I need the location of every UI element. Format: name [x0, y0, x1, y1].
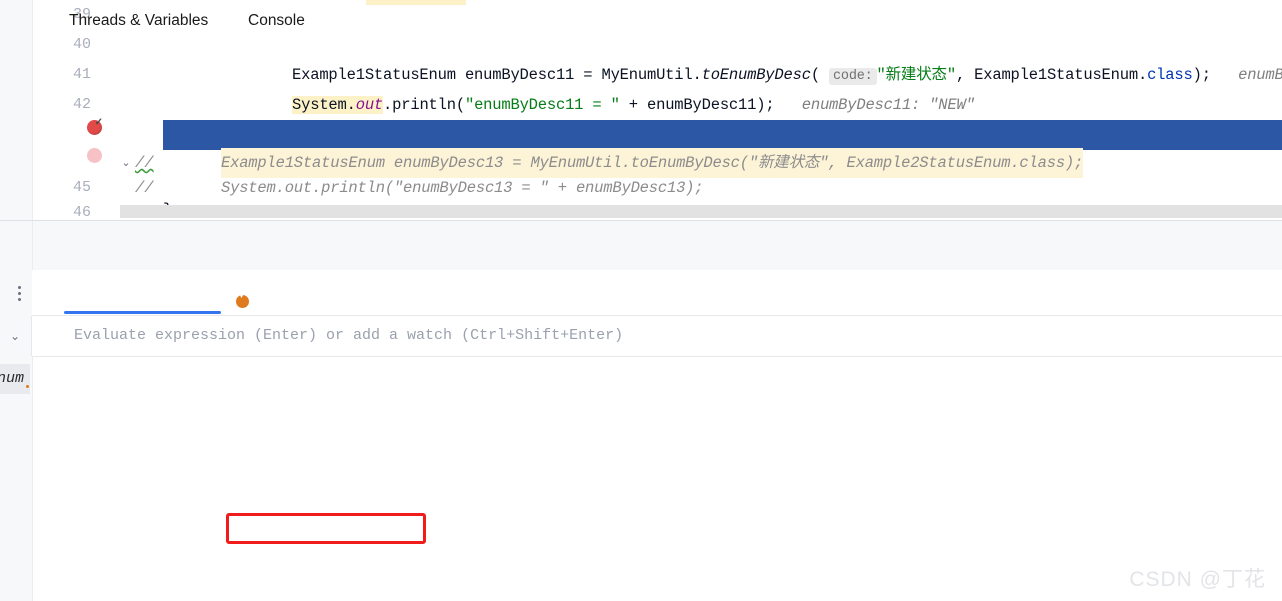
tab-active-underline: [64, 311, 221, 314]
chevron-down-icon[interactable]: ⌄: [119, 148, 133, 178]
breakpoint-hit-icon[interactable]: [87, 117, 103, 135]
line-number: 46: [72, 204, 91, 221]
evaluate-expression-input[interactable]: Evaluate expression (Enter) or add a wat…: [74, 316, 623, 356]
code-editor[interactable]: 39 40 41 42 45 46 ⌄ // // Example1Status…: [0, 0, 1282, 221]
frames-chevron-down-icon[interactable]: ⌄: [0, 316, 30, 356]
editor-left-strip: [0, 0, 33, 221]
watermark: CSDN @丁花: [1129, 568, 1266, 591]
line-number: 41: [72, 66, 91, 83]
evaluate-divider: [31, 316, 32, 356]
editor-debug-gap: [0, 221, 1282, 270]
code-line-41[interactable]: System.out.println("enumByDesc11 = " + e…: [163, 60, 1282, 114]
partial-tooltip-fragment: num: [0, 364, 30, 394]
editor-fold-column[interactable]: ⌄ // //: [111, 0, 164, 221]
gap-left-strip: [0, 221, 33, 270]
tab-console[interactable]: Console: [248, 12, 305, 30]
tab-threads-and-variables[interactable]: Threads & Variables: [69, 12, 208, 30]
ide-window: 39 40 41 42 45 46 ⌄ // // Example1Status…: [0, 0, 1282, 601]
editor-code-area[interactable]: Example1StatusEnum enumByDesc11 = MyEnum…: [163, 0, 1282, 221]
debug-tab-bar: [32, 270, 1282, 316]
evaluate-expression-bar[interactable]: Evaluate expression (Enter) or add a wat…: [32, 316, 1282, 357]
breakpoint-muted-icon[interactable]: [87, 148, 102, 163]
code-line-42[interactable]: Example1StatusEnum enumByDesc12 = MyEnum…: [163, 90, 1282, 145]
code-line-40[interactable]: Example1StatusEnum enumByDesc11 = MyEnum…: [163, 30, 1282, 85]
code-line-43-current[interactable]: System.out.println("enumByDesc12 = " + e…: [163, 120, 1282, 174]
line-number: 42: [72, 96, 91, 113]
comment-slashes: //: [135, 179, 154, 197]
editor-gutter[interactable]: 39 40 41 42 45 46: [33, 0, 111, 221]
editor-horizontal-scrollbar[interactable]: [120, 205, 1282, 218]
console-status-icon: [236, 293, 249, 308]
more-options-icon[interactable]: [18, 286, 22, 304]
line-number: 40: [72, 36, 91, 53]
code-line-39[interactable]: [163, 0, 1282, 30]
